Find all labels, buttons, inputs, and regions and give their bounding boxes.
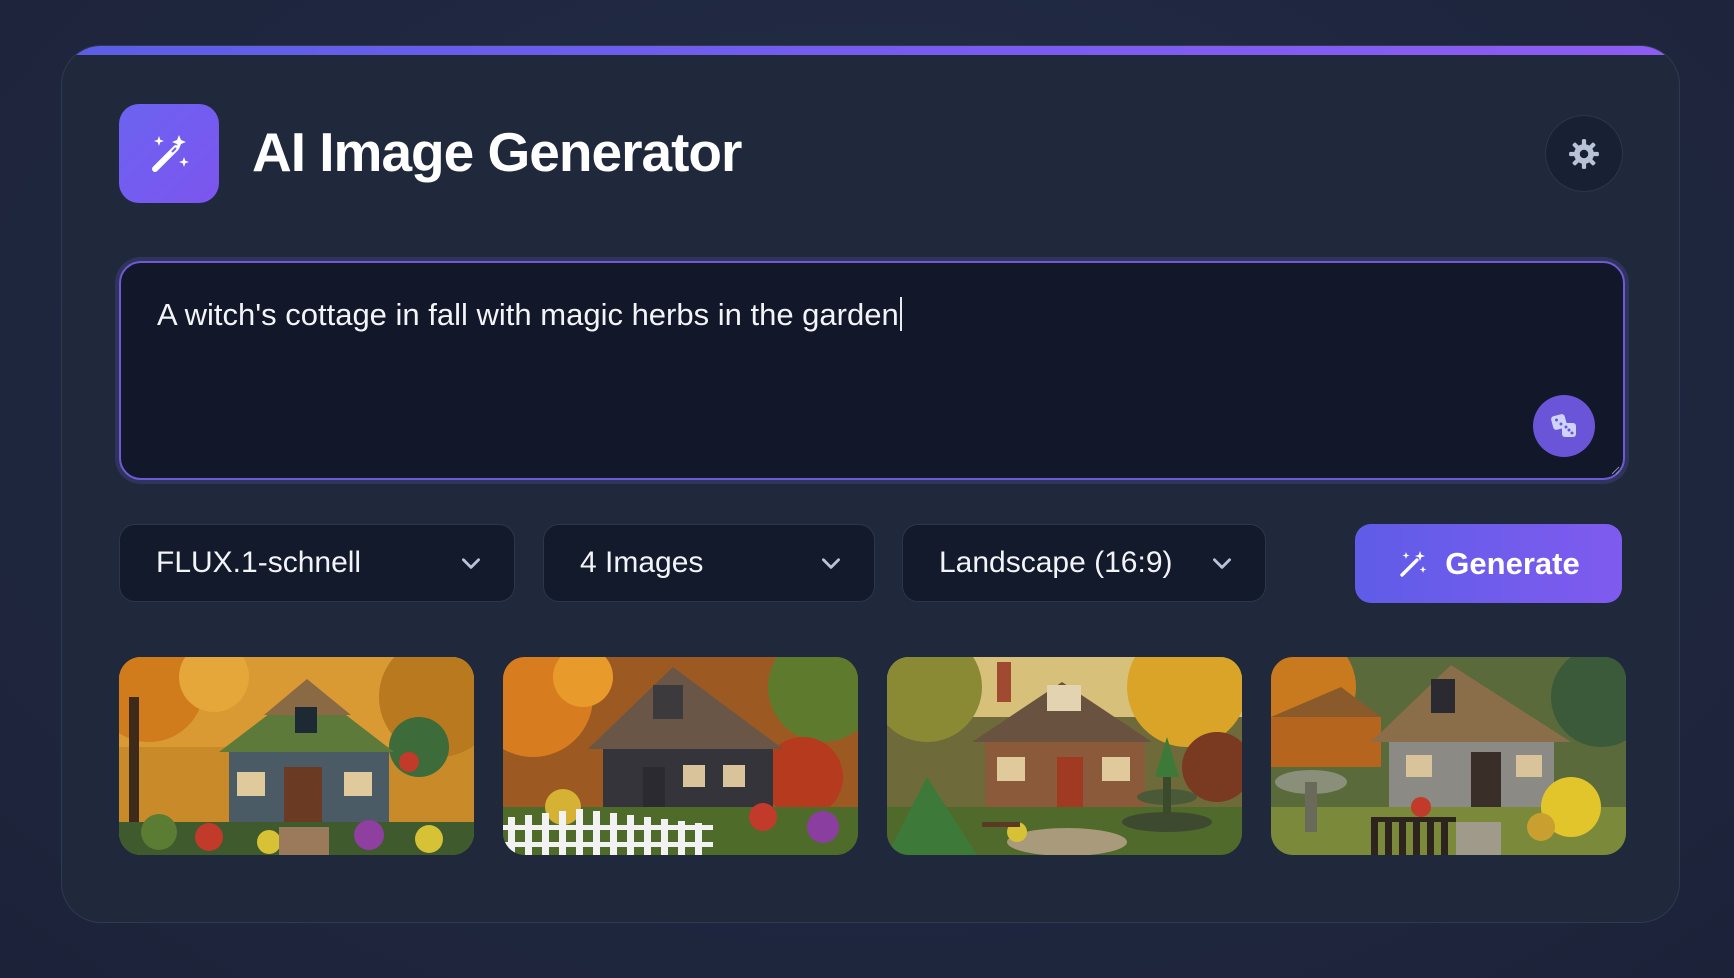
image-count-value: 4 Images — [580, 546, 704, 579]
chevron-down-icon — [1213, 558, 1231, 569]
card-accent-bar — [62, 46, 1679, 55]
generated-image-3[interactable] — [887, 657, 1242, 855]
cottage-image — [119, 657, 474, 855]
chevron-down-icon — [822, 558, 840, 569]
aspect-ratio-select[interactable]: Landscape (16:9) — [902, 524, 1266, 602]
prompt-value: A witch's cottage in fall with magic her… — [157, 297, 899, 332]
generated-image-2[interactable] — [503, 657, 858, 855]
model-select-value: FLUX.1-schnell — [156, 546, 362, 579]
app-logo — [119, 104, 219, 203]
aspect-ratio-value: Landscape (16:9) — [939, 546, 1173, 579]
prompt-textarea[interactable]: A witch's cottage in fall with magic her… — [119, 261, 1625, 480]
text-caret — [899, 297, 902, 331]
cottage-image — [887, 657, 1242, 855]
settings-button[interactable] — [1545, 115, 1623, 192]
model-select[interactable]: FLUX.1-schnell — [119, 524, 515, 602]
generate-label: Generate — [1445, 545, 1580, 581]
dice-icon — [1551, 414, 1576, 437]
prompt-text-wrapper: A witch's cottage in fall with magic her… — [157, 297, 902, 333]
generate-button[interactable]: Generate — [1355, 524, 1622, 603]
random-prompt-button[interactable] — [1533, 395, 1595, 457]
image-count-select[interactable]: 4 Images — [543, 524, 875, 602]
magic-wand-icon — [1400, 550, 1427, 577]
magic-wand-sparkles-icon — [152, 134, 189, 172]
generated-image-4[interactable] — [1271, 657, 1626, 855]
gear-icon — [1569, 138, 1599, 169]
cottage-image — [1271, 657, 1626, 855]
app-title: AI Image Generator — [252, 121, 742, 183]
chevron-down-icon — [462, 558, 480, 569]
generated-image-1[interactable] — [119, 657, 474, 855]
cottage-image — [503, 657, 858, 855]
generator-card: AI Image Generator A witch's cottage in … — [61, 45, 1680, 923]
resize-handle-icon[interactable] — [1610, 465, 1620, 475]
